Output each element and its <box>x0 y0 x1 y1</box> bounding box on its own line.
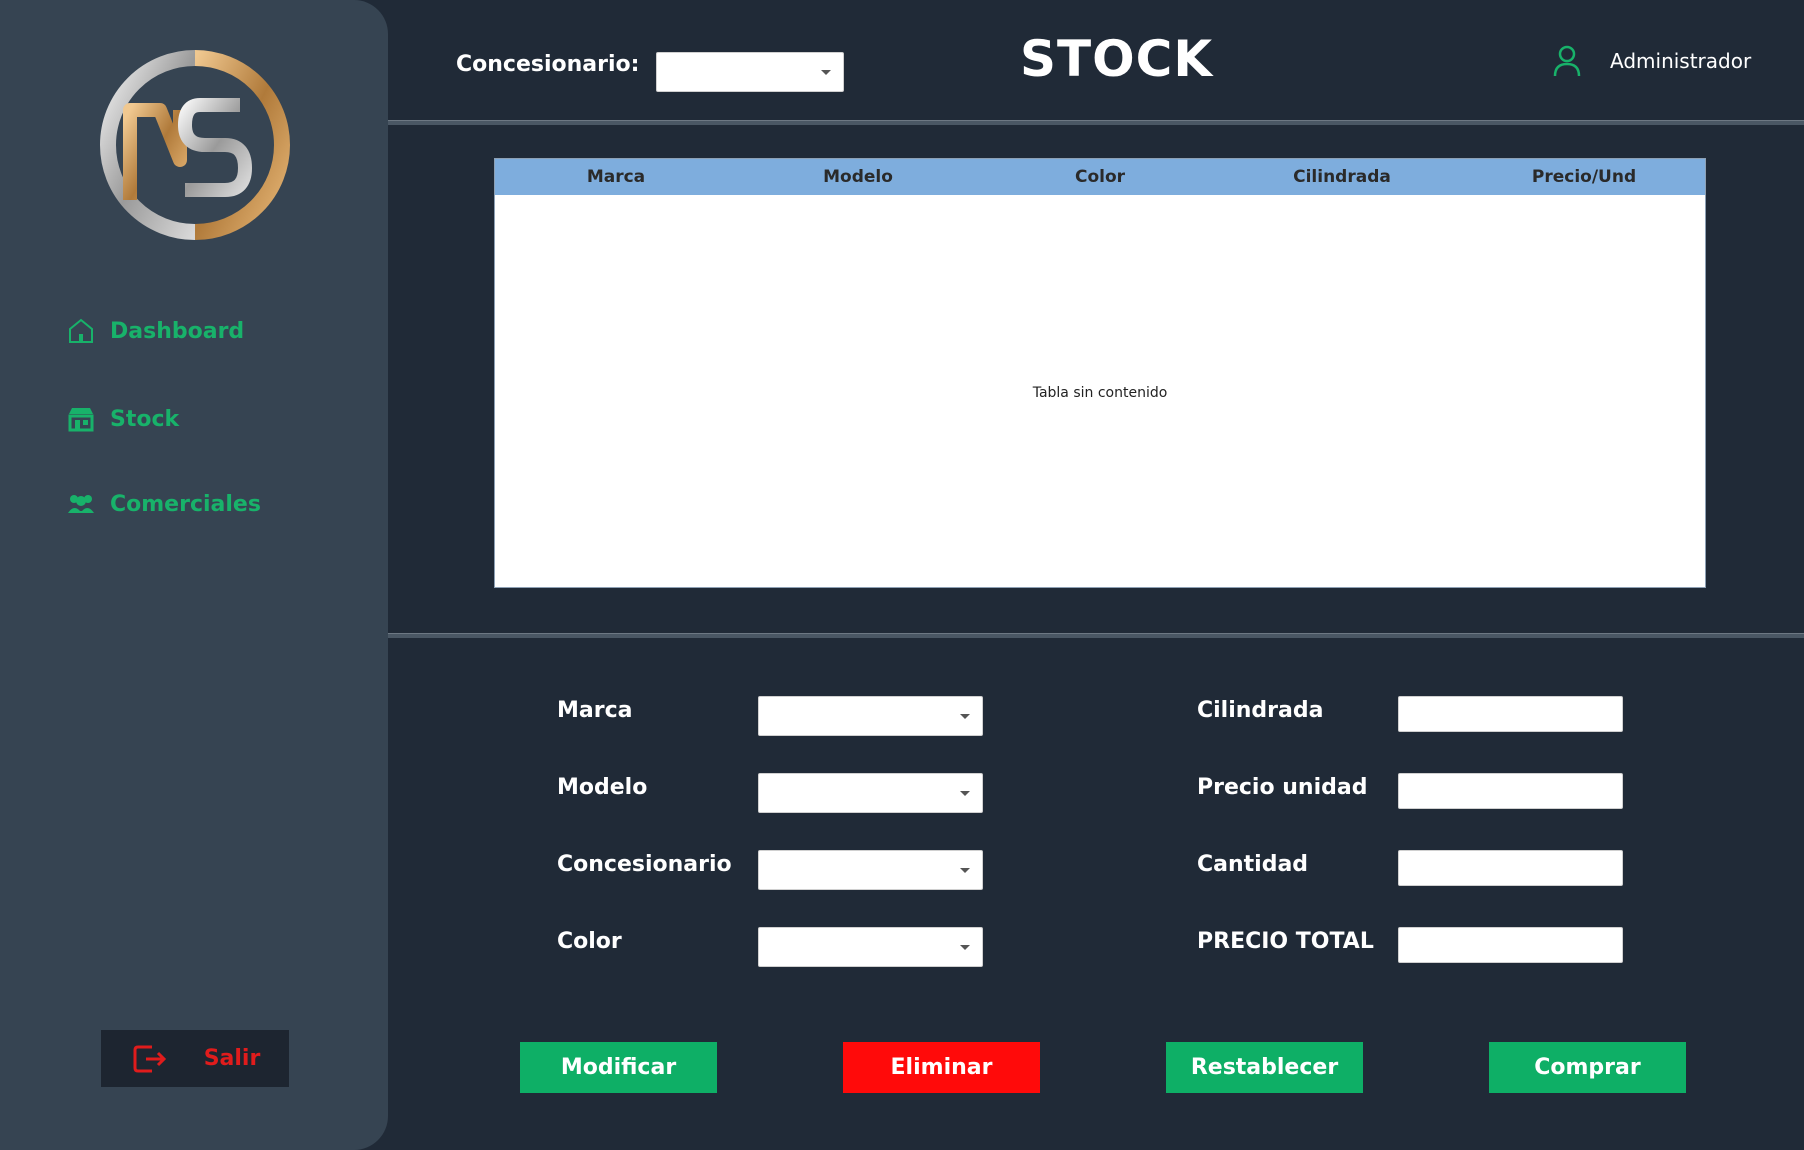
cantidad-label: Cantidad <box>1197 852 1309 877</box>
users-icon <box>68 495 94 513</box>
sidebar-item-label: Comerciales <box>110 491 261 517</box>
column-header-color[interactable]: Color <box>979 167 1221 187</box>
precio-unidad-input[interactable] <box>1398 773 1623 809</box>
restablecer-button[interactable]: Restablecer <box>1166 1042 1363 1093</box>
concesionario-form-select[interactable] <box>758 850 983 890</box>
precio-unidad-label: Precio unidad <box>1197 775 1368 800</box>
cilindrada-label: Cilindrada <box>1197 698 1324 723</box>
column-header-precio-und[interactable]: Precio/Und <box>1463 167 1705 187</box>
concesionario-select[interactable] <box>656 52 844 92</box>
concesionario-form-label: Concesionario <box>557 852 732 877</box>
ms-logo: MS <box>100 50 290 240</box>
color-select[interactable] <box>758 927 983 967</box>
page-title: STOCK <box>1020 30 1214 88</box>
sidebar-item-label: Dashboard <box>110 318 245 344</box>
sidebar-item-label: Stock <box>110 406 180 432</box>
logout-label: Salir <box>203 1046 261 1071</box>
precio-total-label: PRECIO TOTAL <box>1197 929 1374 954</box>
color-label: Color <box>557 929 622 954</box>
table-empty-message: Tabla sin contenido <box>1032 385 1168 401</box>
column-header-cilindrada[interactable]: Cilindrada <box>1221 167 1463 187</box>
precio-total-input[interactable] <box>1398 927 1623 963</box>
comprar-button[interactable]: Comprar <box>1489 1042 1686 1093</box>
eliminar-button[interactable]: Eliminar <box>843 1042 1040 1093</box>
marca-label: Marca <box>557 698 633 723</box>
column-header-modelo[interactable]: Modelo <box>737 167 979 187</box>
modelo-label: Modelo <box>557 775 648 800</box>
sidebar-item-stock[interactable]: Stock <box>66 404 179 434</box>
user-name: Administrador <box>1610 49 1752 73</box>
home-icon <box>69 318 93 343</box>
logout-icon <box>133 1045 166 1072</box>
divider-top <box>388 120 1804 125</box>
store-icon <box>68 408 94 432</box>
divider-middle <box>388 633 1804 638</box>
column-header-marca[interactable]: Marca <box>495 167 737 187</box>
sidebar-item-comerciales[interactable]: Comerciales <box>66 489 261 519</box>
modificar-button[interactable]: Modificar <box>520 1042 717 1093</box>
modelo-select[interactable] <box>758 773 983 813</box>
cantidad-input[interactable] <box>1398 850 1623 886</box>
table-header: Marca Modelo Color Cilindrada Precio/Und <box>495 159 1705 195</box>
user-info: Administrador <box>1552 44 1751 78</box>
logout-button[interactable]: Salir <box>101 1030 289 1087</box>
sidebar: MS Dashboard Stock Comerciales Salir <box>0 0 388 1150</box>
marca-select[interactable] <box>758 696 983 736</box>
sidebar-item-dashboard[interactable]: Dashboard <box>66 316 244 346</box>
stock-table[interactable]: Marca Modelo Color Cilindrada Precio/Und… <box>494 158 1706 588</box>
concesionario-label: Concesionario: <box>456 52 640 77</box>
cilindrada-input[interactable] <box>1398 696 1623 732</box>
user-icon <box>1553 45 1581 77</box>
